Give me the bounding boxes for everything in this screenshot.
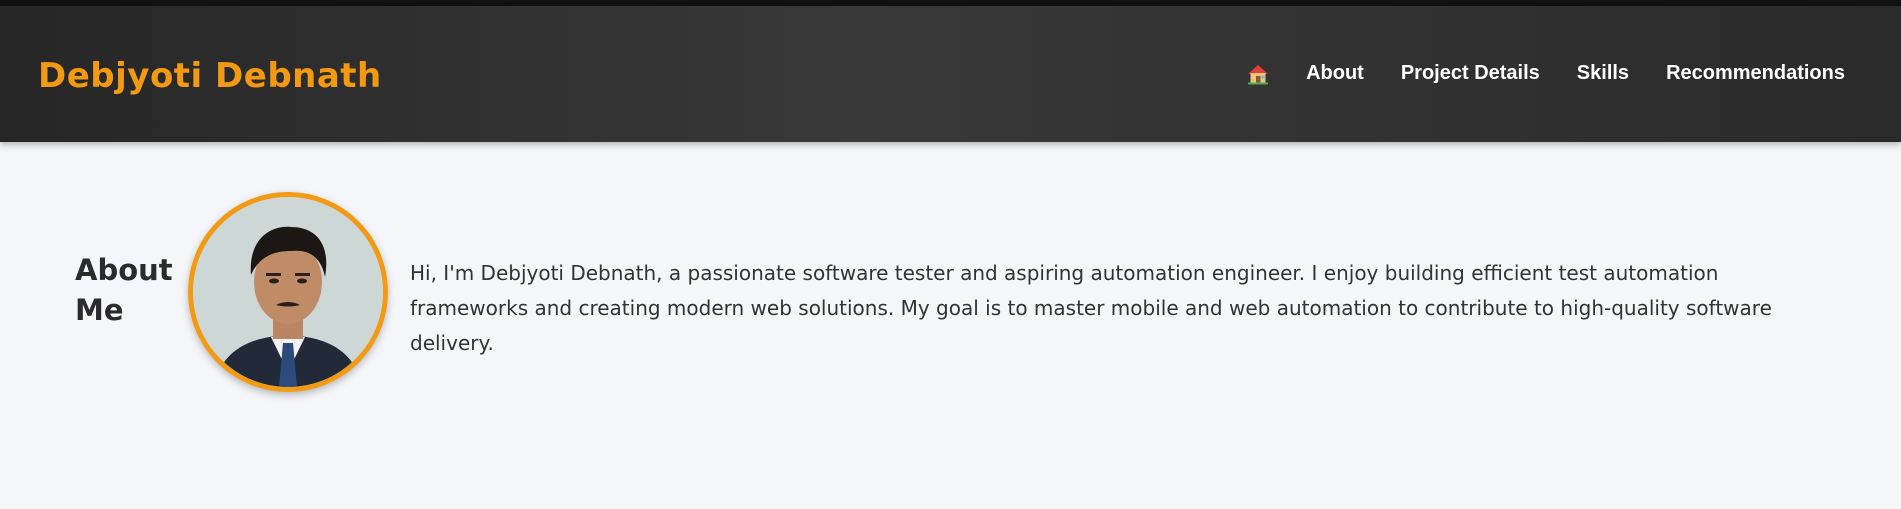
nav-recommendations[interactable]: Recommendations [1666, 62, 1845, 85]
house-icon[interactable] [1247, 63, 1269, 85]
about-section: About Me Hi, I'm Debjyoti Debnath, a pas… [0, 142, 1901, 509]
about-description: Hi, I'm Debjyoti Debnath, a passionate s… [410, 261, 1772, 355]
site-header: Debjyoti Debnath About Project Details S… [0, 6, 1901, 142]
about-heading: About Me [75, 253, 173, 327]
nav-about[interactable]: About [1306, 62, 1364, 85]
brand-name[interactable]: Debjyoti Debnath [38, 56, 382, 96]
nav-skills[interactable]: Skills [1577, 62, 1629, 85]
profile-photo-avatar [188, 192, 388, 392]
main-nav: About Project Details Skills Recommendat… [1247, 62, 1845, 85]
nav-project-details[interactable]: Project Details [1401, 62, 1540, 85]
